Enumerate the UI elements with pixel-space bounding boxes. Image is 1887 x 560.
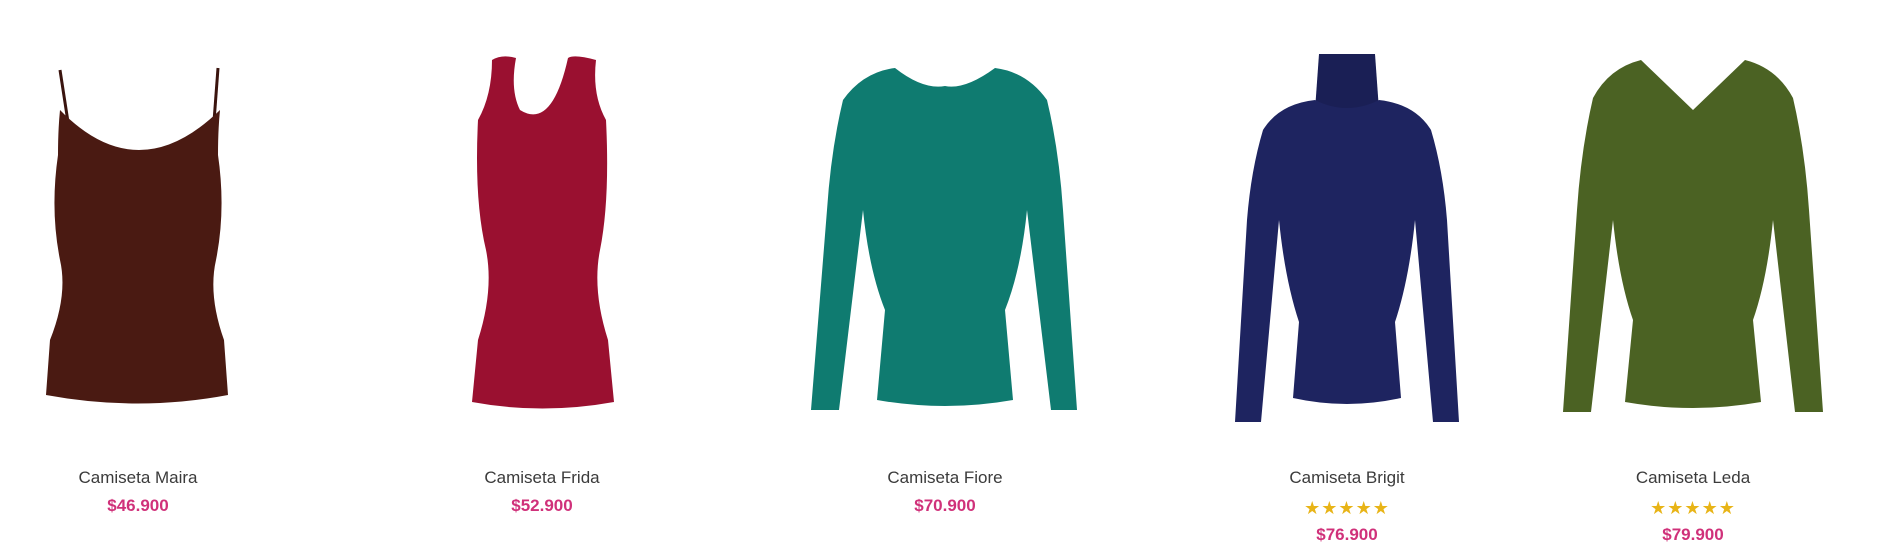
product-image-fiore[interactable] [785, 40, 1105, 440]
longsleeve-body [811, 68, 1077, 410]
turtleneck-collar [1315, 54, 1379, 110]
product-name[interactable]: Camiseta Maira [0, 468, 298, 488]
product-card[interactable]: Camiseta Fiore $70.900 [785, 0, 1105, 560]
product-card[interactable]: Camiseta Frida $52.900 [382, 0, 702, 560]
product-name[interactable]: Camiseta Fiore [785, 468, 1105, 488]
product-name[interactable]: Camiseta Leda [1533, 468, 1853, 488]
product-price: $79.900 [1662, 525, 1724, 544]
product-card[interactable]: Camiseta Brigit ★★★★★ $76.900 [1187, 0, 1507, 560]
product-image-maira[interactable] [0, 40, 298, 440]
rating-stars-icon: ★★★★★ [1304, 498, 1390, 518]
product-grid: Camiseta Maira $46.900 Camiseta Frida $5… [0, 0, 1887, 560]
product-name[interactable]: Camiseta Frida [382, 468, 702, 488]
product-name[interactable]: Camiseta Brigit [1187, 468, 1507, 488]
product-card[interactable]: Camiseta Maira $46.900 [0, 0, 298, 560]
product-price: $70.900 [914, 496, 976, 515]
tank-body [472, 56, 614, 409]
product-price: $46.900 [107, 496, 169, 515]
product-price: $52.900 [511, 496, 573, 515]
product-card[interactable]: Camiseta Leda ★★★★★ $79.900 [1533, 0, 1853, 560]
product-image-frida[interactable] [382, 40, 702, 440]
product-price: $76.900 [1316, 525, 1378, 544]
turtleneck-body [1235, 100, 1459, 422]
cami-body [46, 110, 228, 404]
vneck-body [1563, 60, 1823, 412]
rating-stars-icon: ★★★★★ [1650, 498, 1736, 518]
product-image-leda[interactable] [1533, 40, 1853, 440]
product-image-brigit[interactable] [1187, 40, 1507, 440]
